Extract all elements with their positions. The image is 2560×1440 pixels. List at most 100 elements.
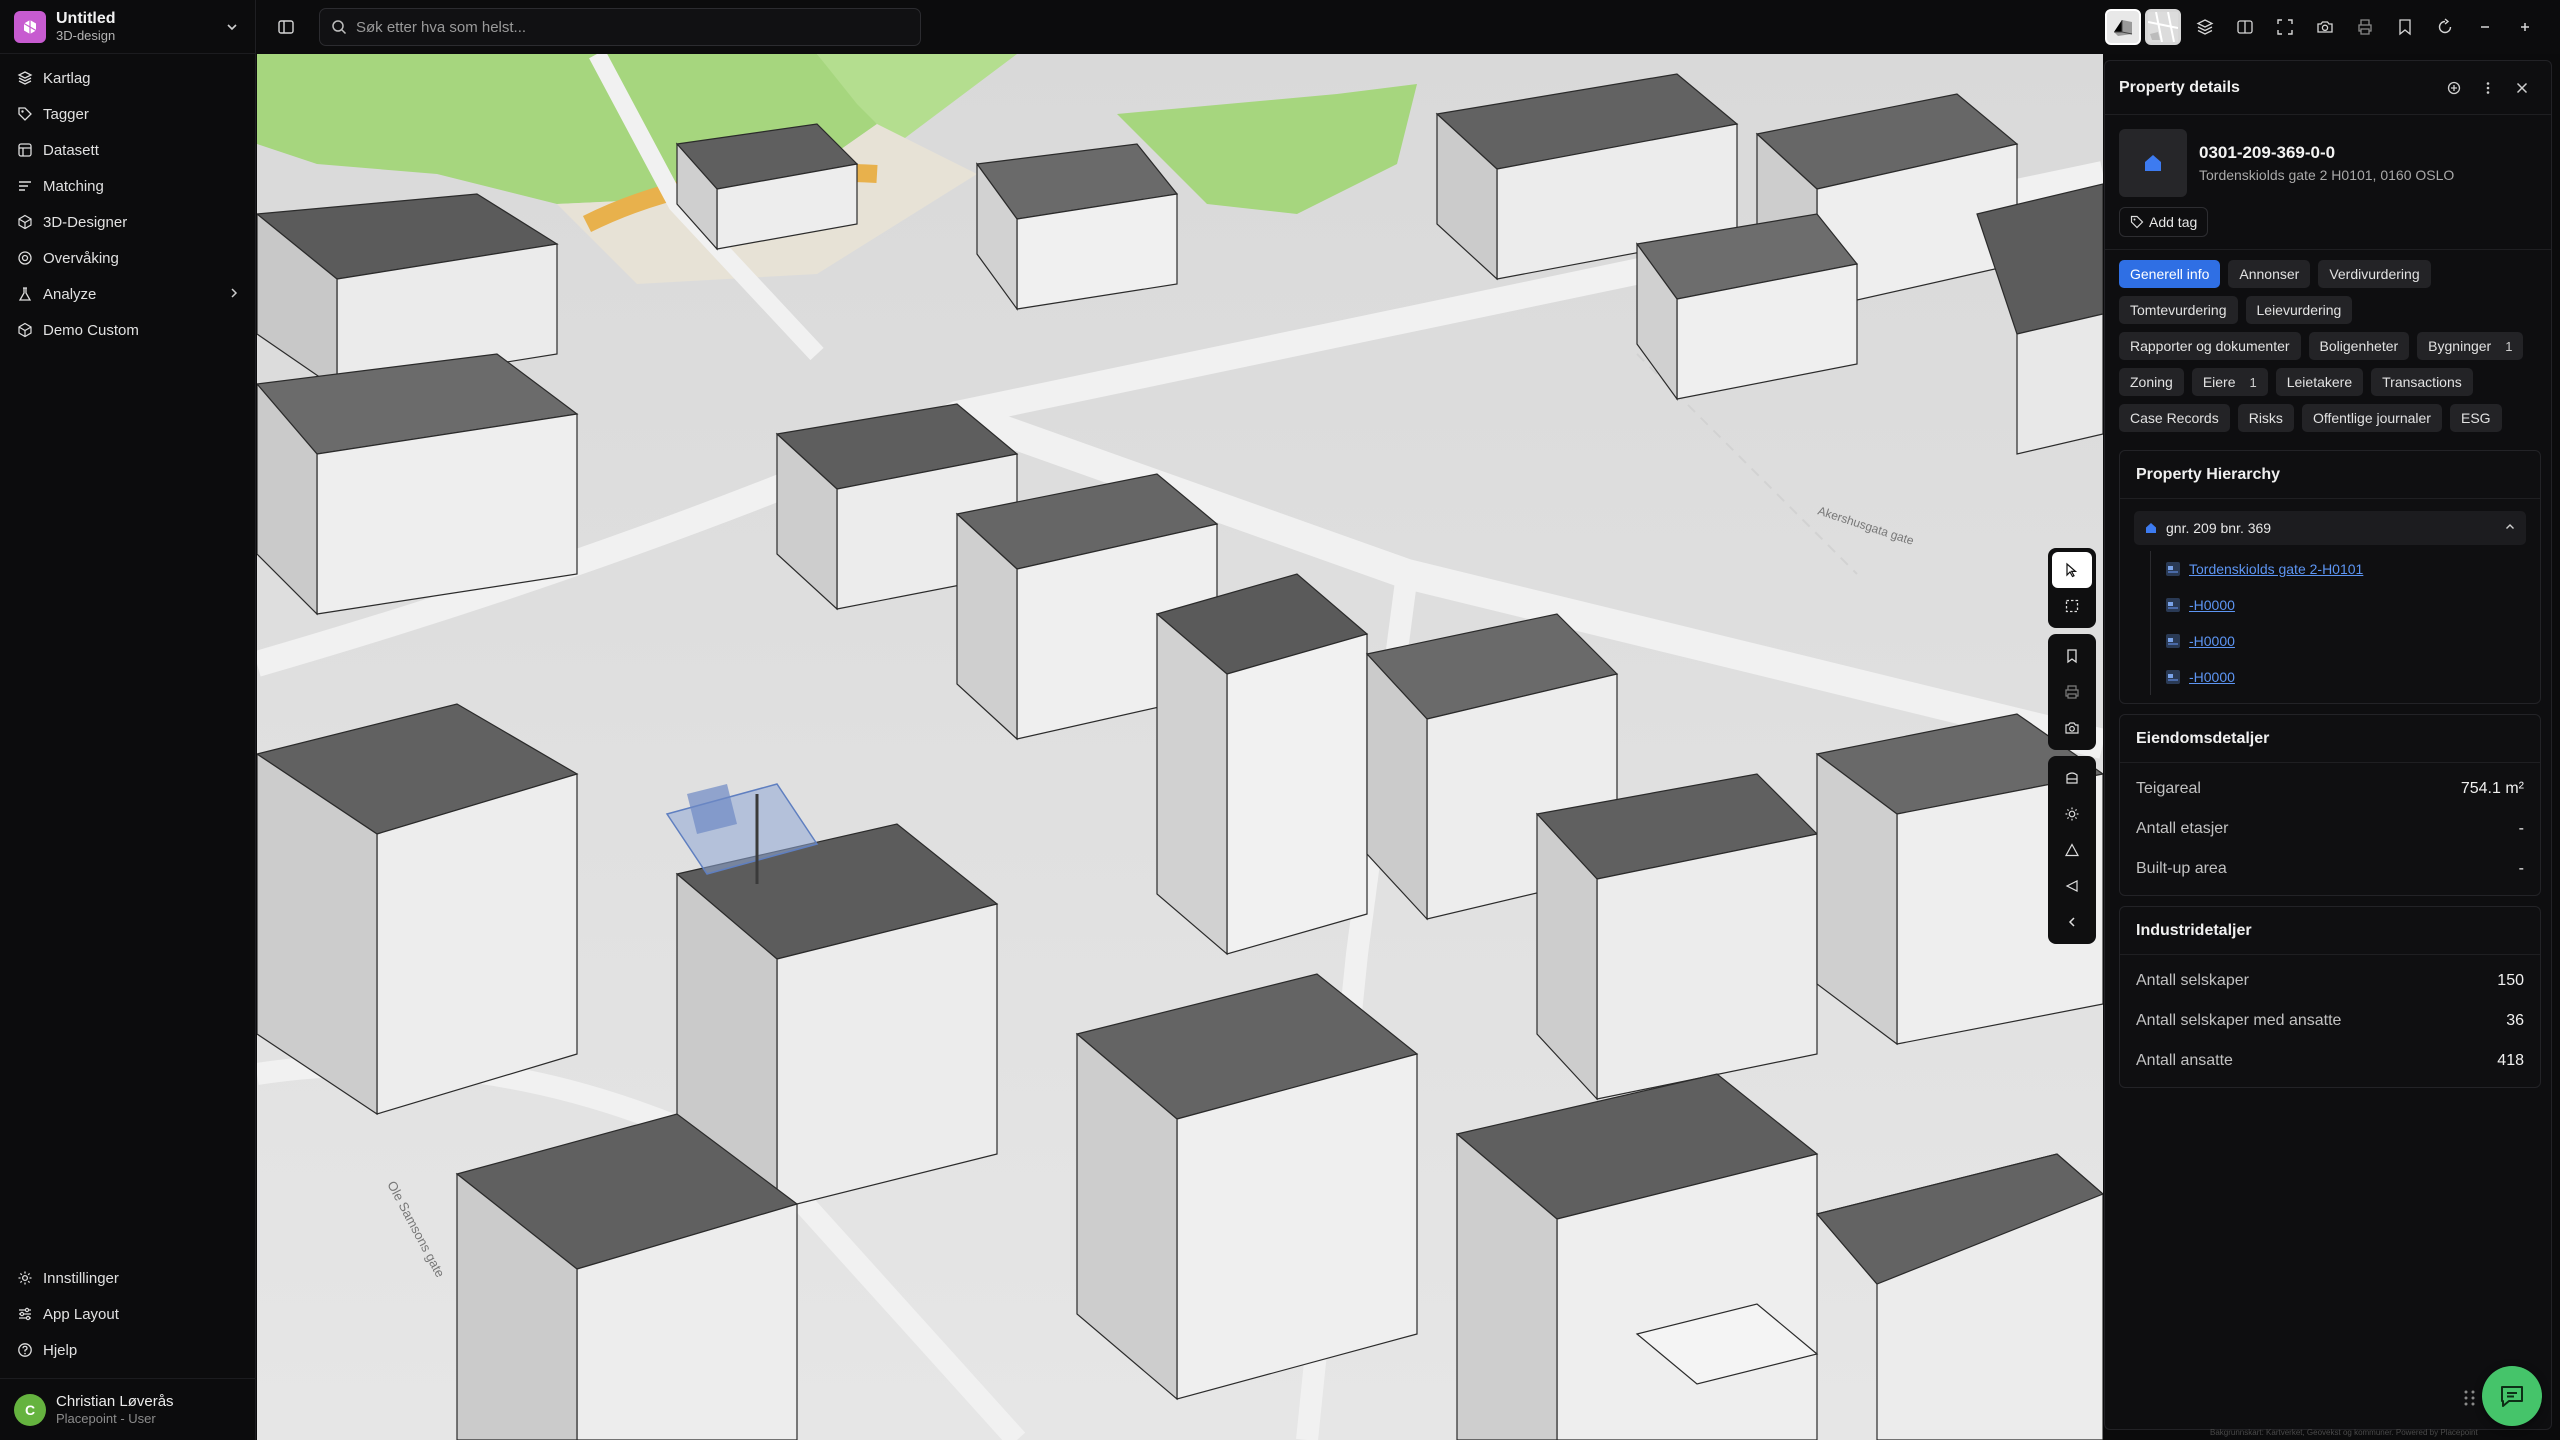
box-select-button[interactable] — [2048, 588, 2096, 624]
tab-case-records[interactable]: Case Records — [2119, 404, 2230, 432]
tab-leievurdering[interactable]: Leievurdering — [2245, 296, 2353, 324]
hierarchy-child-link[interactable]: -H0000 — [2189, 633, 2235, 649]
unit-icon — [2165, 561, 2181, 577]
sidebar-item-demo-custom[interactable]: Demo Custom — [0, 312, 256, 348]
sidebar-item-app-layout[interactable]: App Layout — [0, 1296, 256, 1332]
sidebar-item-innstillinger[interactable]: Innstillinger — [0, 1260, 256, 1296]
save-view-button[interactable] — [2048, 638, 2096, 674]
layers-icon — [2196, 19, 2214, 35]
workspace-switcher[interactable]: Untitled 3D-design — [0, 0, 256, 54]
tab-verdivurdering[interactable]: Verdivurdering — [2318, 260, 2431, 288]
sidebar-item-tagger[interactable]: Tagger — [0, 96, 256, 132]
tab-zoning[interactable]: Zoning — [2119, 368, 2184, 396]
layers-toggle-button[interactable] — [2185, 8, 2225, 46]
map-style-3d-button[interactable] — [2105, 9, 2141, 45]
zoom-in-button[interactable] — [2505, 8, 2545, 46]
map-3d-thumbnail-icon — [2114, 20, 2133, 36]
sidebar-item-matching[interactable]: Matching — [0, 168, 256, 204]
sidebar-item-label: Overvåking — [43, 249, 119, 267]
map-style-satellite-button[interactable] — [2145, 9, 2181, 45]
hierarchy-child-item: -H0000 — [2165, 623, 2526, 659]
flask-icon — [16, 285, 34, 303]
hierarchy-child-link[interactable]: -H0000 — [2189, 597, 2235, 613]
columns-icon — [2237, 20, 2253, 34]
sidebar-item-label: 3D-Designer — [43, 213, 128, 231]
tab-generell-info[interactable]: Generell info — [2119, 260, 2221, 288]
gear-icon — [16, 1269, 34, 1287]
chevron-down-icon[interactable] — [222, 17, 242, 37]
printer-icon — [2065, 685, 2079, 699]
capture-map-button[interactable] — [2048, 710, 2096, 746]
hierarchy-root-item[interactable]: gnr. 209 bnr. 369 — [2134, 511, 2526, 545]
tab-tomtevurdering[interactable]: Tomtevurdering — [2119, 296, 2238, 324]
tab-transactions[interactable]: Transactions — [2371, 368, 2473, 396]
drag-handle-icon[interactable] — [2462, 1388, 2478, 1408]
zoom-out-button[interactable] — [2465, 8, 2505, 46]
sun-shadow-button[interactable] — [2048, 796, 2096, 832]
selection-tool-group — [2048, 548, 2096, 628]
chevron-up-icon[interactable] — [2504, 520, 2516, 536]
tab-boligenheter[interactable]: Boligenheter — [2308, 332, 2410, 360]
measure-button[interactable] — [2048, 868, 2096, 904]
tab-offentlige-journaler[interactable]: Offentlige journaler — [2301, 404, 2442, 432]
sidebar-item-overvaking[interactable]: Overvåking — [0, 240, 256, 276]
split-view-button[interactable] — [2225, 8, 2265, 46]
sidebar-item-analyze[interactable]: Analyze — [0, 276, 256, 312]
select-pointer-button[interactable] — [2052, 552, 2092, 588]
chat-support-button[interactable] — [2482, 1366, 2542, 1426]
sidebar-toggle-icon — [278, 20, 294, 34]
tab-label: Leievurdering — [2256, 302, 2342, 318]
hierarchy-child-link[interactable]: Tordenskiolds gate 2-H0101 — [2189, 561, 2363, 577]
more-vertical-icon — [2486, 81, 2490, 94]
detail-value: 754.1 m² — [2460, 780, 2524, 797]
close-panel-button[interactable] — [2505, 71, 2539, 105]
tab-rapporter-og-dokumenter[interactable]: Rapporter og dokumenter — [2119, 332, 2301, 360]
property-summary: 0301-209-369-0-0 Tordenskiolds gate 2 H0… — [2105, 115, 2551, 197]
sidebar-item-hjelp[interactable]: Hjelp — [0, 1332, 256, 1368]
sidebar-nav: Kartlag Tagger Datasett Matching 3D-Desi… — [0, 60, 256, 348]
list-icon — [16, 177, 34, 195]
scene-tool-group — [2048, 756, 2096, 944]
industridetaljer-card: Industridetaljer Antall selskaper 150 Ant… — [2119, 906, 2541, 1088]
search-icon — [330, 18, 348, 36]
pin-panel-button[interactable] — [2437, 71, 2471, 105]
print-button[interactable] — [2345, 8, 2385, 46]
tab-eiere[interactable]: Eiere 1 — [2191, 368, 2268, 396]
collapse-tools-button[interactable] — [2048, 904, 2096, 940]
more-options-button[interactable] — [2471, 71, 2505, 105]
bookmark-button[interactable] — [2385, 8, 2425, 46]
tab-bygninger[interactable]: Bygninger 1 — [2417, 332, 2524, 360]
tab-risks[interactable]: Risks — [2237, 404, 2294, 432]
detail-label: Antall selskaper — [2136, 972, 2249, 989]
map-3d-view[interactable]: Akershusgata gate Ole Samsons gate — [257, 54, 2103, 1440]
fullscreen-button[interactable] — [2265, 8, 2305, 46]
add-tag-button[interactable]: Add tag — [2119, 207, 2209, 237]
screenshot-button[interactable] — [2305, 8, 2345, 46]
user-profile[interactable]: C Christian Løverås Placepoint - User — [0, 1378, 256, 1440]
tab-label: Leietakere — [2286, 374, 2353, 390]
hierarchy-child-link[interactable]: -H0000 — [2189, 669, 2235, 685]
search-input[interactable] — [356, 18, 910, 36]
tab-label: Rapporter og dokumenter — [2130, 338, 2290, 354]
dataset-icon — [16, 141, 34, 159]
sidebar-item-datasett[interactable]: Datasett — [0, 132, 256, 168]
draw-polygon-button[interactable] — [2048, 832, 2096, 868]
tab-leietakere[interactable]: Leietakere — [2275, 368, 2364, 396]
map-canvas[interactable]: Akershusgata gate Ole Samsons gate — [257, 54, 2103, 1440]
tab-label: ESG — [2460, 410, 2491, 426]
property-hierarchy-card: Property Hierarchy gnr. 209 bnr. 369 Tor… — [2119, 450, 2541, 704]
print-map-button[interactable] — [2048, 674, 2096, 710]
sidebar-item-kartlag[interactable]: Kartlag — [0, 60, 256, 96]
buildings-layer-button[interactable] — [2048, 760, 2096, 796]
target-icon — [2447, 81, 2461, 94]
tab-esg[interactable]: ESG — [2449, 404, 2502, 432]
tab-label: Tomtevurdering — [2130, 302, 2227, 318]
reset-view-button[interactable] — [2425, 8, 2465, 46]
tab-annonser[interactable]: Annonser — [2228, 260, 2311, 288]
sidebar-item-3d-designer[interactable]: 3D-Designer — [0, 204, 256, 240]
workspace-logo-icon — [14, 10, 46, 43]
sidebar-toggle-button[interactable] — [273, 14, 299, 40]
tab-label: Case Records — [2130, 410, 2219, 426]
hierarchy-children: Tordenskiolds gate 2-H0101 -H0000 -H0000… — [2150, 551, 2526, 695]
tab-count-badge: 1 — [2249, 374, 2257, 390]
